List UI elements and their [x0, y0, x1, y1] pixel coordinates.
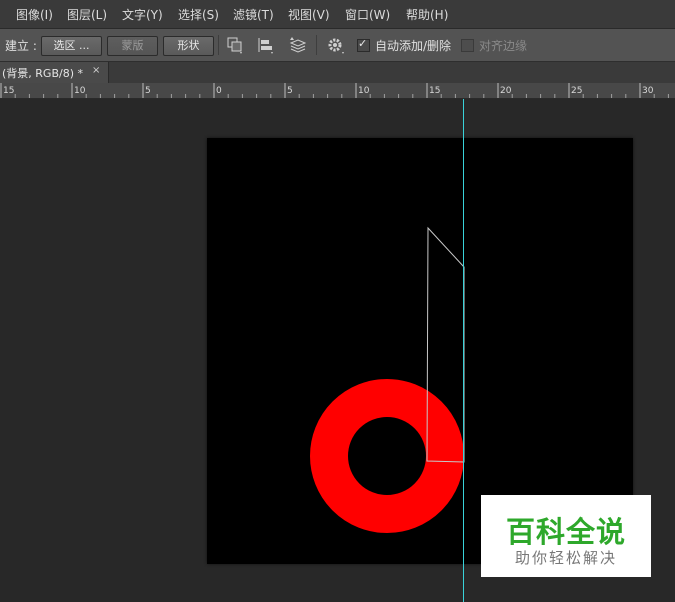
watermark-logo: 百科全说 助你轻松解决: [481, 495, 651, 577]
vertical-guide[interactable]: [463, 99, 464, 602]
watermark-subtitle: 助你轻松解决: [514, 549, 617, 567]
watermark-title: 百科全说: [505, 515, 626, 549]
